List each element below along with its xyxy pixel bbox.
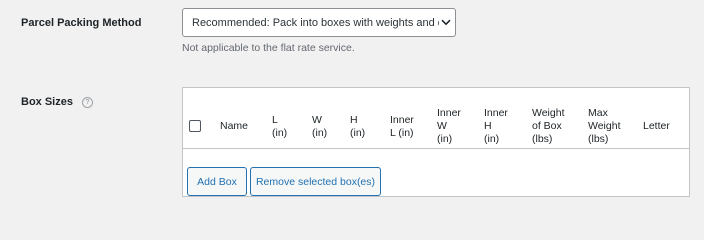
packing-method-hint: Not applicable to the flat rate service. <box>182 42 355 54</box>
column-header-l: L (in) <box>272 114 288 139</box>
table-header: Name L (in) W (in) H (in) Inner L (in) Inner… <box>183 88 689 149</box>
box-sizes-label: Box Sizes <box>21 96 73 108</box>
packing-method-select[interactable]: Recommended: Pack into boxes with weight… <box>182 8 456 37</box>
packing-method-selected-value: Recommended: Pack into boxes with weight… <box>192 16 439 29</box>
column-header-inner-l: Inner L (in) <box>390 114 414 139</box>
column-header-inner-w: Inner W (in) <box>437 107 461 145</box>
box-sizes-table: Name L (in) W (in) H (in) Inner L (in) Inner… <box>182 87 690 197</box>
column-header-name: Name <box>220 120 249 132</box>
column-header-box-weight: Weight of Box (lbs) <box>532 107 565 145</box>
select-all-checkbox[interactable] <box>189 120 201 132</box>
column-header-w: W (in) <box>312 114 328 139</box>
add-box-button[interactable]: Add Box <box>187 167 247 196</box>
help-icon[interactable]: ? <box>81 96 93 108</box>
column-header-h: H (in) <box>350 114 366 139</box>
column-header-max-weight: Max Weight (lbs) <box>588 107 621 145</box>
column-header-letter: Letter <box>643 120 670 132</box>
settings-page: Parcel Packing Method Recommended: Pack … <box>0 0 704 214</box>
chevron-down-icon <box>439 19 453 26</box>
column-header-inner-h: Inner H (in) <box>484 107 508 145</box>
packing-method-label: Parcel Packing Method <box>21 17 142 29</box>
remove-selected-boxes-button[interactable]: Remove selected box(es) <box>250 167 381 196</box>
box-sizes-label-row: Box Sizes ? <box>21 96 93 108</box>
